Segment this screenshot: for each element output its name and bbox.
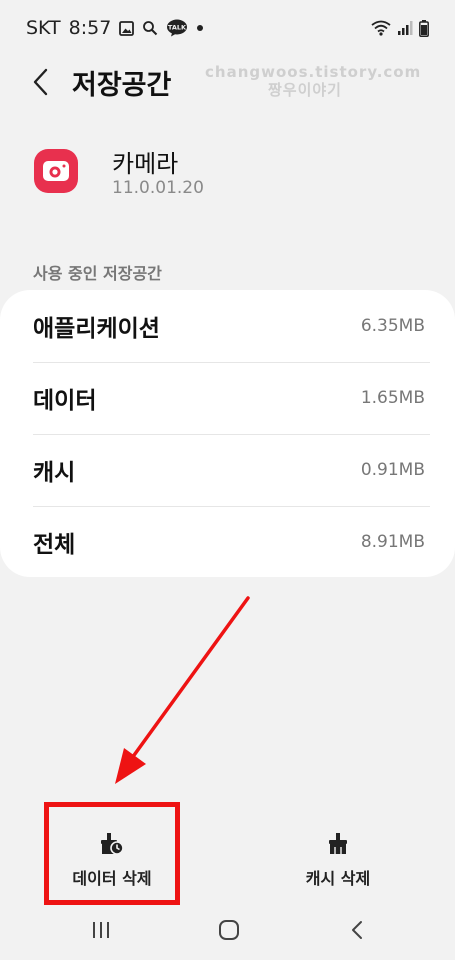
search-notification-icon <box>142 20 158 36</box>
storage-section-label: 사용 중인 저장공간 <box>33 264 162 283</box>
watermark: changwoos.tistory.com 짱우이야기 <box>205 63 422 99</box>
status-left: SKT 8:57 TALK <box>26 17 204 39</box>
camera-icon <box>34 149 78 193</box>
app-name: 카메라 <box>112 150 179 178</box>
kakao-badge-text: TALK <box>168 24 187 32</box>
wifi-icon <box>371 20 391 36</box>
annotation-highlight-box <box>44 802 180 905</box>
storage-row-label: 캐시 <box>33 460 76 486</box>
app-version: 11.0.01.20 <box>112 178 204 198</box>
gallery-notification-icon <box>119 20 135 36</box>
storage-row-application: 애플리케이션 6.35MB <box>0 290 455 362</box>
clock: 8:57 <box>68 17 112 39</box>
storage-row-label: 데이터 <box>33 388 97 414</box>
home-icon <box>219 920 239 940</box>
chevron-left-icon <box>33 68 48 96</box>
back-button[interactable] <box>26 66 56 98</box>
carrier-label: SKT <box>26 17 61 39</box>
storage-row-data: 데이터 1.65MB <box>0 362 455 434</box>
back-icon <box>352 921 362 939</box>
storage-row-total: 전체 8.91MB <box>0 506 455 578</box>
watermark-url: changwoos.tistory.com <box>205 63 422 81</box>
storage-row-value: 1.65MB <box>360 388 425 408</box>
storage-row-cache: 캐시 0.91MB <box>0 434 455 506</box>
recent-apps-button[interactable] <box>76 913 126 947</box>
kakaotalk-icon: TALK <box>166 19 188 37</box>
clear-cache-button[interactable]: 캐시 삭제 <box>288 833 388 889</box>
battery-icon <box>419 19 429 37</box>
storage-row-value: 6.35MB <box>360 316 425 336</box>
more-notifications-dot-icon <box>196 24 204 32</box>
home-button[interactable] <box>204 913 254 947</box>
clear-cache-label: 캐시 삭제 <box>305 869 371 888</box>
status-bar: SKT 8:57 TALK <box>0 0 455 56</box>
storage-row-value: 0.91MB <box>360 460 425 480</box>
storage-row-label: 애플리케이션 <box>33 316 160 342</box>
watermark-blog-name: 짱우이야기 <box>267 81 342 99</box>
navigation-bar <box>0 905 455 960</box>
recent-apps-icon <box>93 922 109 938</box>
back-nav-button[interactable] <box>332 913 382 947</box>
storage-row-value: 8.91MB <box>360 532 425 552</box>
page-title: 저장공간 <box>72 70 172 101</box>
storage-row-label: 전체 <box>33 532 76 558</box>
status-right <box>371 19 429 37</box>
signal-icon <box>397 20 413 36</box>
clear-cache-icon <box>329 833 347 854</box>
storage-card: 애플리케이션 6.35MB 데이터 1.65MB 캐시 0.91MB 전체 8.… <box>0 290 455 577</box>
